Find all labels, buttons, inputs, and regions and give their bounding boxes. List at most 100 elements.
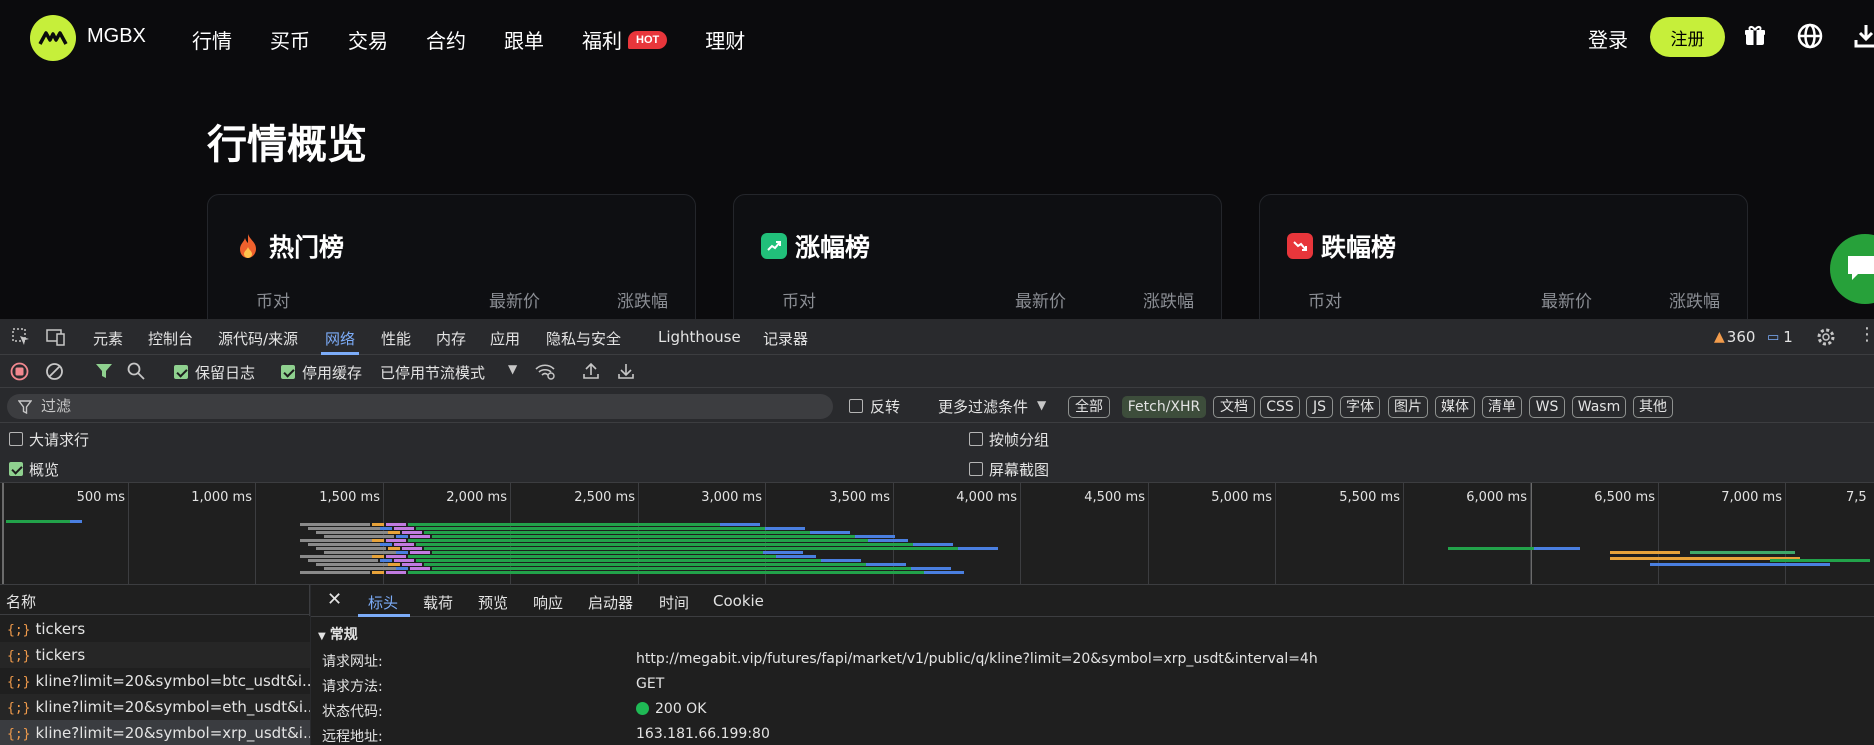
settings-gear-icon[interactable] [1815, 326, 1837, 352]
screenshots-checkbox[interactable] [969, 462, 983, 476]
group-by-frame-label: 按帧分组 [989, 431, 1050, 449]
throttling-select[interactable]: 已停用节流模式 [380, 362, 485, 383]
tab-elements[interactable]: 元素 [93, 328, 123, 349]
gridline [255, 483, 256, 584]
download-icon[interactable] [1852, 22, 1874, 50]
export-har-icon[interactable] [617, 362, 635, 384]
big-request-rows-checkbox[interactable] [9, 432, 23, 446]
register-button[interactable]: 注册 [1650, 17, 1725, 57]
overview-timeline[interactable]: 500 ms 1,000 ms 1,500 ms 2,000 ms 2,500 … [0, 483, 1874, 585]
tab-recorder[interactable]: 记录器 [763, 328, 808, 349]
globe-icon[interactable] [1796, 22, 1824, 50]
type-filter-manifest[interactable]: 清单 [1482, 396, 1522, 418]
timeline-tick-label: 3,500 ms [829, 490, 890, 505]
tab-cookies[interactable]: Cookie [713, 592, 764, 610]
type-filter-media[interactable]: 媒体 [1435, 396, 1475, 418]
tab-initiator[interactable]: 启动器 [588, 592, 633, 613]
request-row[interactable]: {;} tickers [0, 642, 310, 668]
device-toolbar-icon[interactable] [45, 327, 67, 351]
type-filter-img[interactable]: 图片 [1388, 396, 1428, 418]
tab-network[interactable]: 网络 [325, 328, 355, 349]
nav-item-copy-trade[interactable]: 跟单 [504, 25, 544, 54]
tab-payload[interactable]: 载荷 [423, 592, 453, 613]
page-title: 行情概览 [207, 122, 367, 168]
overview-checkbox[interactable] [9, 462, 23, 476]
type-filter-ws[interactable]: WS [1529, 396, 1565, 418]
type-filter-doc[interactable]: 文档 [1213, 396, 1255, 418]
logo[interactable] [30, 15, 76, 61]
tab-sources[interactable]: 源代码/来源 [218, 328, 298, 349]
nav-item-rewards[interactable]: 福利 HOT [582, 25, 668, 54]
waterfall-bar [408, 523, 728, 526]
request-row[interactable]: {;} tickers [0, 616, 310, 642]
invert-checkbox[interactable] [849, 399, 863, 413]
tab-timing[interactable]: 时间 [659, 592, 689, 613]
support-chat-button[interactable] [1830, 234, 1874, 304]
filter-funnel-icon[interactable] [95, 362, 113, 384]
network-conditions-icon[interactable] [534, 362, 556, 384]
type-filter-css[interactable]: CSS [1260, 396, 1300, 418]
close-icon[interactable]: ✕ [327, 589, 342, 610]
column-header-name[interactable]: 名称 [0, 585, 310, 615]
chevron-down-icon[interactable]: ▼ [1037, 398, 1046, 412]
more-filters-dropdown[interactable]: 更多过滤条件 [938, 396, 1028, 417]
waterfall-bar [380, 527, 392, 530]
type-filter-fetch-xhr[interactable]: Fetch/XHR [1122, 396, 1206, 418]
stop-recording-icon[interactable] [10, 362, 29, 385]
active-tab-indicator [358, 614, 410, 617]
nav-item-buy-crypto[interactable]: 买币 [270, 25, 310, 54]
waterfall-bar [410, 551, 430, 554]
tab-privacy-security[interactable]: 隐私与安全 [546, 328, 621, 349]
inspect-element-icon[interactable] [11, 327, 31, 351]
general-section-toggle[interactable]: ▼ 常规 [318, 624, 358, 644]
tab-console[interactable]: 控制台 [148, 328, 193, 349]
gridline [1658, 483, 1659, 584]
tab-performance[interactable]: 性能 [381, 328, 411, 349]
type-filter-js[interactable]: JS [1306, 396, 1333, 418]
main-nav: 行情 买币 交易 合约 跟单 福利 HOT 理财 [192, 25, 783, 54]
waterfall-bar [1568, 547, 1580, 550]
type-filter-wasm[interactable]: Wasm [1572, 396, 1626, 418]
nav-item-market[interactable]: 行情 [192, 25, 232, 54]
nav-label: 跟单 [504, 29, 544, 53]
nav-label: 福利 [582, 29, 622, 53]
request-row[interactable]: {;} kline?limit=20&symbol=btc_usdt&i... [0, 668, 310, 694]
waterfall-bar [408, 555, 784, 558]
timeline-tick-label: 5,500 ms [1339, 490, 1400, 505]
disable-cache-checkbox[interactable] [281, 365, 295, 379]
devtools-tabbar: 元素 控制台 源代码/来源 网络 性能 内存 应用 隐私与安全 Lighthou… [0, 319, 1874, 355]
type-filter-all[interactable]: 全部 [1068, 396, 1110, 418]
login-link[interactable]: 登录 [1588, 24, 1628, 53]
clear-icon[interactable] [45, 362, 64, 385]
waterfall-bar [396, 535, 408, 538]
tab-preview[interactable]: 预览 [478, 592, 508, 613]
messages-counter[interactable]: ▭ 1 [1767, 328, 1793, 346]
tab-lighthouse[interactable]: Lighthouse [658, 328, 741, 346]
brand-name[interactable]: MGBX [87, 25, 146, 48]
import-har-icon[interactable] [582, 362, 600, 384]
tab-application[interactable]: 应用 [490, 328, 520, 349]
preserve-log-checkbox[interactable] [174, 365, 188, 379]
filter-input[interactable]: 过滤 [7, 394, 833, 419]
tab-memory[interactable]: 内存 [436, 328, 466, 349]
warnings-counter[interactable]: ▲ 360 [1714, 328, 1755, 346]
waterfall-bar [300, 555, 382, 558]
nav-item-earn[interactable]: 理财 [705, 25, 745, 54]
group-by-frame-checkbox[interactable] [969, 432, 983, 446]
type-filter-other[interactable]: 其他 [1633, 396, 1673, 418]
more-options-icon[interactable]: ⋮ [1858, 324, 1874, 345]
nav-item-trade[interactable]: 交易 [348, 25, 388, 54]
tab-headers[interactable]: 标头 [368, 592, 398, 613]
tab-response[interactable]: 响应 [533, 592, 563, 613]
chevron-down-icon[interactable]: ▼ [508, 362, 517, 376]
request-row[interactable]: {;} kline?limit=20&symbol=eth_usdt&i... [0, 694, 310, 720]
messages-count: 1 [1783, 328, 1793, 346]
type-filter-font[interactable]: 字体 [1340, 396, 1380, 418]
trending-up-icon [761, 233, 787, 259]
nav-item-futures[interactable]: 合约 [426, 25, 466, 54]
waterfall-bar [424, 531, 818, 534]
waterfall-bar [324, 567, 406, 570]
gift-icon[interactable] [1741, 22, 1769, 50]
search-icon[interactable] [127, 362, 145, 384]
request-row-selected[interactable]: {;} kline?limit=20&symbol=xrp_usdt&i... [0, 720, 310, 745]
